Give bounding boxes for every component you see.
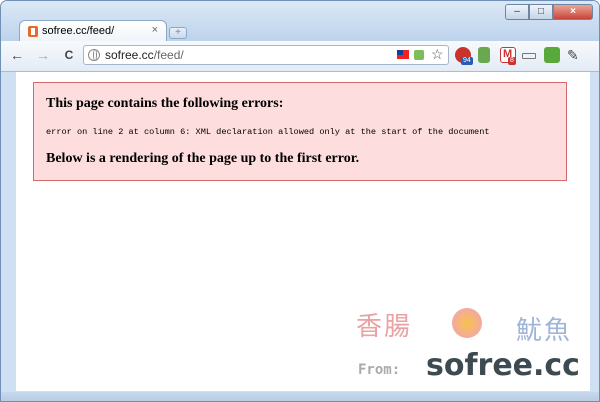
gmail-icon[interactable]: M 8 bbox=[500, 47, 516, 65]
page-action-icon[interactable] bbox=[522, 53, 536, 59]
globe-icon bbox=[88, 49, 100, 61]
title-bar: sofree.cc/feed/ × + – □ × bbox=[1, 1, 599, 42]
bookmark-star-icon[interactable]: ☆ bbox=[431, 46, 444, 63]
watermark-right-text: 魷魚 bbox=[516, 316, 573, 346]
favicon-icon bbox=[28, 26, 38, 37]
wrench-icon[interactable]: ✎ bbox=[567, 47, 583, 63]
watermark-from-text: From: bbox=[358, 362, 401, 378]
maximize-button[interactable]: □ bbox=[529, 4, 553, 20]
window-bottom-edge bbox=[1, 392, 599, 401]
error-message: error on line 2 at column 6: XML declara… bbox=[46, 127, 490, 137]
back-button[interactable]: ← bbox=[9, 47, 25, 63]
xml-error-box: This page contains the following errors:… bbox=[33, 82, 567, 181]
watermark-left-text: 香腸 bbox=[356, 312, 413, 342]
new-tab-button[interactable]: + bbox=[169, 27, 187, 39]
tab-close-icon[interactable]: × bbox=[152, 24, 158, 36]
flag-icon[interactable] bbox=[397, 50, 409, 59]
forward-button[interactable]: → bbox=[35, 47, 51, 63]
rss-icon[interactable] bbox=[414, 50, 424, 60]
tab-active[interactable]: sofree.cc/feed/ × bbox=[19, 20, 167, 42]
rendering-heading: Below is a rendering of the page up to t… bbox=[46, 151, 360, 166]
extension-red-icon[interactable]: 94 bbox=[455, 47, 473, 65]
browser-window: sofree.cc/feed/ × + – □ × ← → C sofree.c… bbox=[0, 0, 600, 402]
watermark: 香腸 魷魚 From: sofree.cc bbox=[356, 306, 596, 386]
close-window-button[interactable]: × bbox=[553, 4, 593, 20]
watermark-flower-icon bbox=[452, 308, 482, 338]
window-controls: – □ × bbox=[505, 4, 593, 21]
tab-title: sofree.cc/feed/ bbox=[42, 25, 115, 37]
reload-button[interactable]: C bbox=[61, 47, 77, 63]
extension-green-download-icon[interactable] bbox=[478, 47, 490, 63]
error-heading: This page contains the following errors: bbox=[46, 96, 284, 111]
url-text: sofree.cc/feed/ bbox=[105, 48, 184, 62]
extension-green-square-icon[interactable] bbox=[544, 47, 560, 63]
address-bar[interactable]: sofree.cc/feed/ ☆ bbox=[83, 45, 449, 65]
minimize-button[interactable]: – bbox=[505, 4, 529, 20]
watermark-site-text: sofree.cc bbox=[426, 348, 580, 383]
